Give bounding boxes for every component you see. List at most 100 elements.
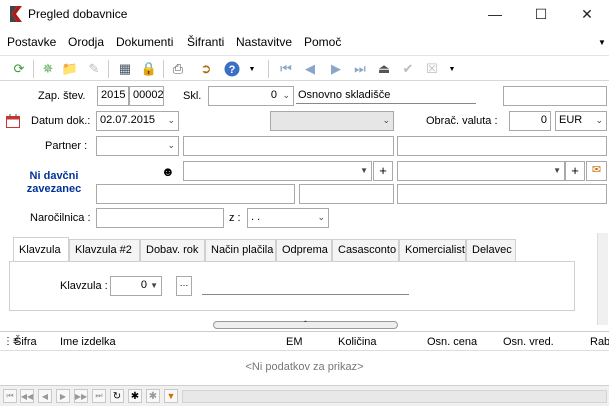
menu-pomoc[interactable]: Pomoč bbox=[304, 35, 341, 49]
partner-name2-field[interactable] bbox=[397, 136, 607, 156]
skl-select[interactable]: 0 ⌄ bbox=[208, 86, 294, 106]
close-button[interactable]: ✕ bbox=[564, 0, 609, 28]
col-ime-izdelka[interactable]: Ime izdelka bbox=[60, 336, 116, 348]
next-record-icon[interactable]: ▶ bbox=[326, 59, 346, 79]
col-rab[interactable]: Rab bbox=[590, 336, 609, 348]
tab-komercialist[interactable]: Komercialist bbox=[399, 239, 466, 261]
chevron-down-icon: ⌄ bbox=[317, 212, 325, 222]
nav-next-page-icon[interactable]: ▶▶ bbox=[74, 389, 88, 403]
print-icon[interactable]: ⎙ bbox=[168, 59, 188, 79]
chevron-down-icon: ▼ bbox=[150, 281, 158, 290]
menu-bar: Postavke Orodja Dokumenti Šifranti Nasta… bbox=[0, 32, 609, 52]
skl-label: Skl. bbox=[183, 90, 202, 102]
toolbar: ⟳ ✵ 📁 ✎ ▦ 🔒 ⎙ ➲ ? ▼ ⏮ ◀ ▶ ⏭ ⏏ ✔ ☒ ▼ bbox=[0, 55, 609, 81]
contact-person-icon[interactable]: ☻ bbox=[161, 164, 175, 179]
grid-horizontal-scrollbar[interactable] bbox=[182, 390, 607, 403]
tab-klavzula-2[interactable]: Klavzula #2 bbox=[69, 239, 140, 261]
nav-prev-page-icon[interactable]: ◀◀ bbox=[20, 389, 34, 403]
cancel-icon[interactable]: ☒ bbox=[422, 59, 442, 79]
splitter-handle[interactable]: ˆ bbox=[213, 321, 398, 329]
col-em[interactable]: EM bbox=[286, 336, 303, 348]
edit-icon[interactable]: ✎ bbox=[84, 59, 104, 79]
send-mail-icon[interactable]: ✉ bbox=[586, 161, 607, 181]
city-field[interactable] bbox=[397, 184, 607, 204]
menu-postavke[interactable]: Postavke bbox=[7, 35, 56, 49]
post-code-field[interactable] bbox=[299, 184, 394, 204]
tax-status-label: Ni davčni zavezanec bbox=[26, 170, 82, 195]
nav-last-icon[interactable]: ⏭ bbox=[92, 389, 106, 403]
menu-sifranti[interactable]: Šifranti bbox=[187, 35, 224, 49]
grid-header: ⋮≡ Šifra Ime izdelka EM Količina Osn. ce… bbox=[0, 331, 609, 351]
nav-prev-icon[interactable]: ◀ bbox=[38, 389, 52, 403]
z-date-select[interactable]: . . ⌄ bbox=[247, 208, 329, 228]
nav-next-icon[interactable]: ▶ bbox=[56, 389, 70, 403]
menu-orodja[interactable]: Orodja bbox=[68, 35, 104, 49]
tab-casasconto[interactable]: Casasconto bbox=[332, 239, 399, 261]
document-type-select[interactable]: ⌄ bbox=[270, 111, 394, 131]
open-icon[interactable]: 📁 bbox=[60, 59, 80, 79]
chevron-down-icon: ▼ bbox=[360, 166, 368, 175]
partner-select[interactable]: ⌄ bbox=[96, 136, 179, 156]
zap-number-field[interactable]: 00002 bbox=[129, 86, 164, 106]
last-record-icon[interactable]: ⏭ bbox=[350, 59, 370, 79]
valuta-rate-field[interactable]: 0 bbox=[509, 111, 551, 131]
new-icon[interactable]: ✵ bbox=[38, 59, 58, 79]
header-extra-field[interactable] bbox=[503, 86, 607, 106]
chevron-down-icon: ⌄ bbox=[167, 140, 175, 150]
help-icon[interactable]: ? bbox=[222, 59, 242, 79]
skl-name: Osnovno skladišče bbox=[296, 89, 476, 104]
title-bar: Pregled dobavnice — ☐ ✕ bbox=[0, 0, 609, 28]
add-address-button[interactable]: + bbox=[373, 161, 393, 181]
contact-select[interactable]: ▼ bbox=[397, 161, 565, 181]
klavzula-lookup-button[interactable]: … bbox=[176, 276, 192, 296]
window-title: Pregled dobavnice bbox=[28, 7, 128, 21]
klavzula-text-line bbox=[202, 294, 409, 295]
calculator-icon[interactable]: ▦ bbox=[115, 59, 135, 79]
tab-odprema[interactable]: Odprema bbox=[276, 239, 332, 261]
nav-delete-icon[interactable]: ✱ bbox=[146, 389, 160, 403]
narocilnica-field[interactable] bbox=[96, 208, 224, 228]
klavzula-select[interactable]: 0 ▼ bbox=[110, 276, 162, 296]
tab-klavzula[interactable]: Klavzula bbox=[13, 237, 69, 261]
tab-nacin-placila[interactable]: Način plačila bbox=[205, 239, 276, 261]
zap-year-field[interactable]: 2015 bbox=[97, 86, 129, 106]
first-record-icon[interactable]: ⏮ bbox=[276, 59, 296, 79]
help-dropdown-icon[interactable]: ▼ bbox=[242, 59, 262, 79]
col-osn-vred[interactable]: Osn. vred. bbox=[503, 336, 554, 348]
app-logo-icon bbox=[10, 6, 22, 22]
calendar-icon[interactable] bbox=[6, 114, 20, 128]
col-osn-cena[interactable]: Osn. cena bbox=[427, 336, 477, 348]
eject-icon[interactable]: ⏏ bbox=[374, 59, 394, 79]
nav-first-page-icon[interactable]: ⏮ bbox=[3, 389, 17, 403]
form-scrollbar[interactable] bbox=[597, 233, 608, 325]
menu-dokumenti[interactable]: Dokumenti bbox=[116, 35, 173, 49]
menu-collapse-icon[interactable]: ▼ bbox=[598, 38, 606, 47]
datum-field[interactable]: 02.07.2015 ⌄ bbox=[96, 111, 179, 131]
valuta-code-select[interactable]: EUR ⌄ bbox=[555, 111, 607, 131]
maximize-button[interactable]: ☐ bbox=[518, 0, 564, 28]
nav-dropdown-icon[interactable]: ▼ bbox=[442, 59, 462, 79]
nav-filter-icon[interactable]: ▼ bbox=[164, 389, 178, 403]
menu-nastavitve[interactable]: Nastavitve bbox=[236, 35, 292, 49]
refresh-icon[interactable]: ⟳ bbox=[9, 59, 29, 79]
exit-icon[interactable]: ➲ bbox=[196, 59, 216, 79]
tab-delavec[interactable]: Delavec bbox=[466, 239, 516, 261]
address-select[interactable]: ▼ bbox=[183, 161, 372, 181]
minimize-button[interactable]: — bbox=[472, 0, 518, 28]
prev-record-icon[interactable]: ◀ bbox=[300, 59, 320, 79]
tabs-area: Klavzula Klavzula #2 Dobav. rok Način pl… bbox=[9, 237, 576, 319]
nav-insert-icon[interactable]: ✱ bbox=[128, 389, 142, 403]
z-label: z : bbox=[229, 212, 241, 224]
confirm-icon[interactable]: ✔ bbox=[398, 59, 418, 79]
chevron-down-icon: ⌄ bbox=[382, 115, 390, 125]
col-sifra[interactable]: Šifra bbox=[14, 336, 37, 348]
add-contact-button[interactable]: + bbox=[565, 161, 585, 181]
lock-icon[interactable]: 🔒 bbox=[139, 59, 159, 79]
svg-text:?: ? bbox=[229, 64, 236, 76]
partner-name-field[interactable] bbox=[183, 136, 394, 156]
tab-dobav-rok[interactable]: Dobav. rok bbox=[140, 239, 205, 261]
address-line-field[interactable] bbox=[96, 184, 295, 204]
col-kolicina[interactable]: Količina bbox=[338, 336, 377, 348]
nav-refresh-icon[interactable]: ↻ bbox=[110, 389, 124, 403]
datum-label: Datum dok.: bbox=[31, 115, 91, 127]
